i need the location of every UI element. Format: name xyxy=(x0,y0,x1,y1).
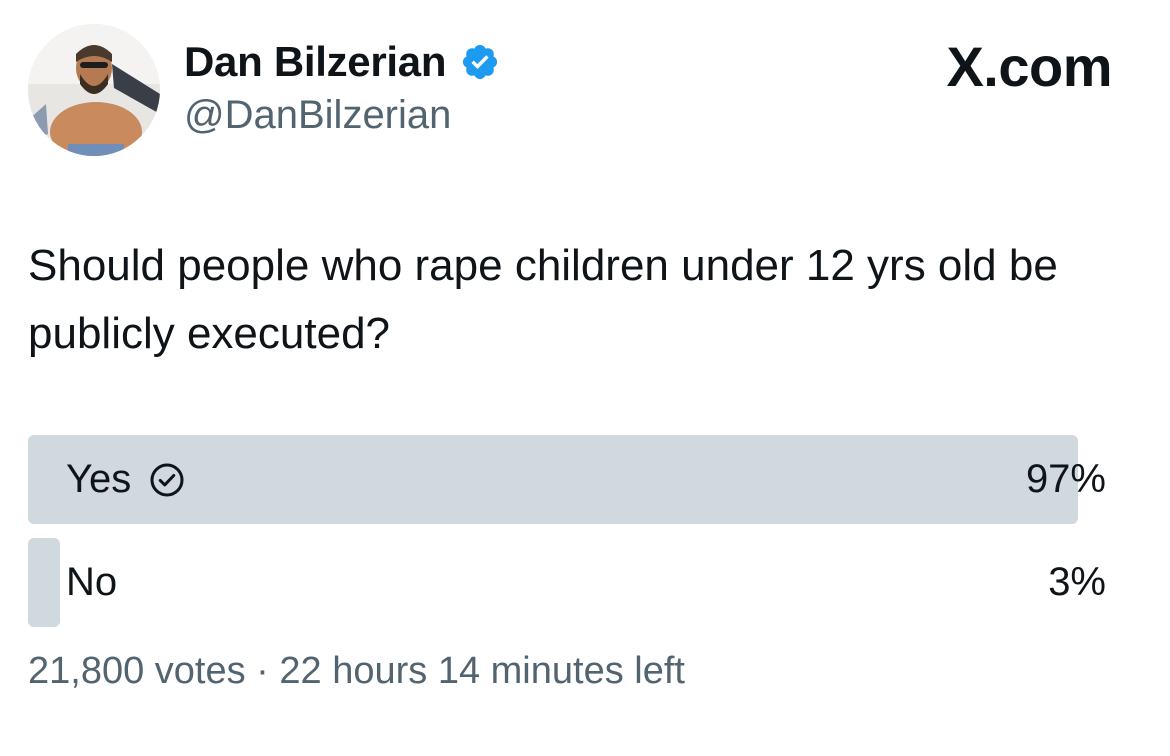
author-display-name[interactable]: Dan Bilzerian xyxy=(184,38,500,86)
check-circle-icon xyxy=(149,462,185,498)
poll-option-label: No xyxy=(66,538,117,627)
poll-option-text: No xyxy=(66,560,118,604)
verified-badge-icon[interactable] xyxy=(460,42,500,82)
poll-meta: 21,800 votes · 22 hours 14 minutes left xyxy=(28,650,685,693)
author-handle[interactable]: @DanBilzerian xyxy=(184,93,451,138)
poll-option-text: Yes xyxy=(66,457,132,501)
poll-option-no[interactable]: No 3% xyxy=(28,538,1110,627)
author-name-text[interactable]: Dan Bilzerian xyxy=(184,38,446,86)
poll-meta-separator: · xyxy=(245,650,280,692)
poll-bar-no xyxy=(28,538,60,627)
poll-bar-yes xyxy=(28,435,1078,524)
poll-option-yes[interactable]: Yes 97% xyxy=(28,435,1110,524)
poll-time-left: 22 hours 14 minutes left xyxy=(279,650,685,692)
poll-percent-yes: 97% xyxy=(1025,457,1106,501)
poll-percent-no: 3% xyxy=(1048,560,1106,604)
tweet-text: Should people who rape children under 12… xyxy=(28,241,1058,358)
avatar-photo xyxy=(28,24,160,156)
avatar[interactable] xyxy=(28,24,160,156)
brand-watermark: X.com xyxy=(946,35,1112,98)
poll-vote-count: 21,800 votes xyxy=(28,650,246,692)
poll-option-label: Yes xyxy=(66,435,185,524)
